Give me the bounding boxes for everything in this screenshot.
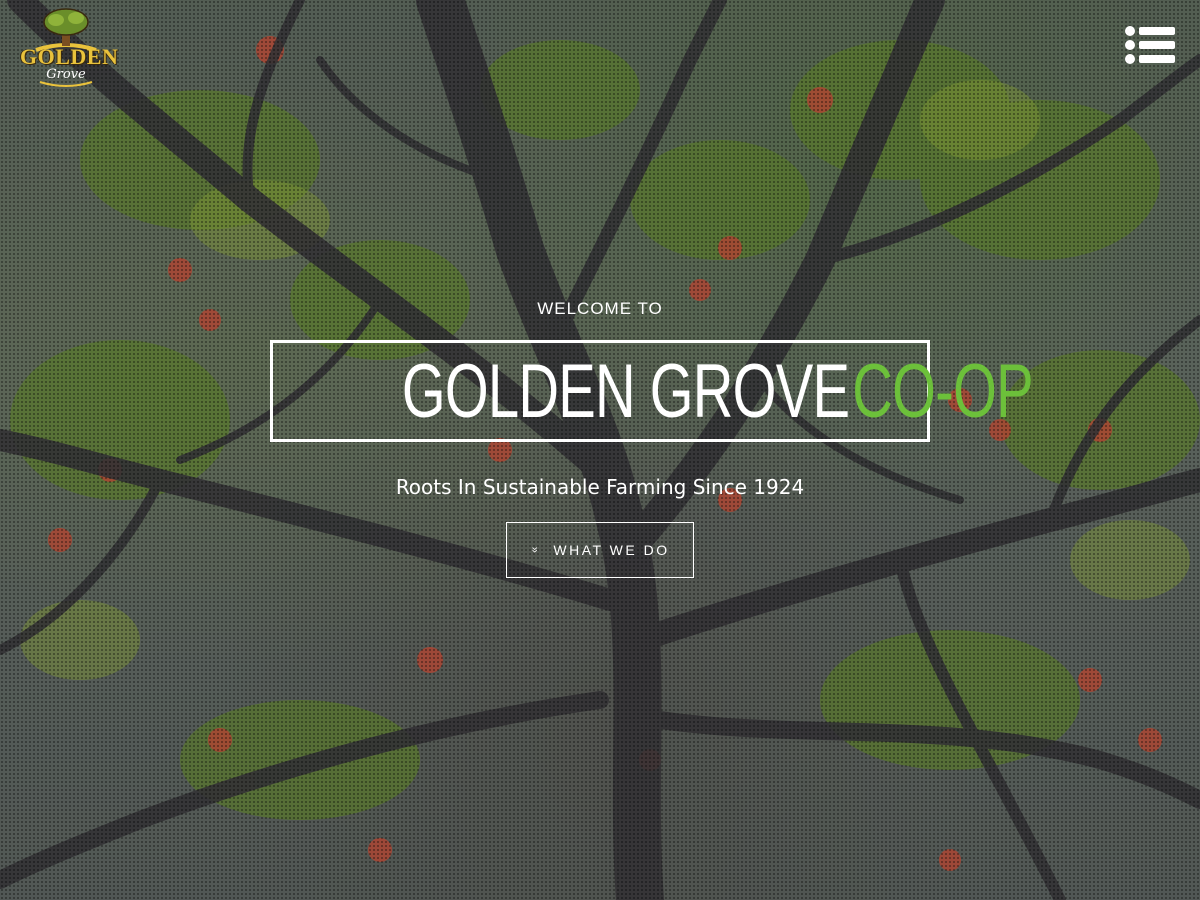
welcome-text: WELCOME TO — [537, 299, 663, 318]
what-we-do-button[interactable]: » WHAT WE DO — [506, 522, 694, 578]
tagline: Roots In Sustainable Farming Since 1924 — [395, 475, 805, 499]
hamburger-list-icon — [1125, 26, 1175, 64]
menu-toggle-button[interactable] — [1122, 24, 1178, 68]
logo-brand-word: GOLDEN — [20, 44, 119, 69]
hero-content: WELCOME TO GOLDEN GROVE CO-OP Roots In S… — [0, 296, 1200, 578]
site-title-main: GOLDEN GROVE — [401, 349, 850, 434]
logo-script-word: Grove — [46, 67, 86, 82]
site-title: GOLDEN GROVE CO-OP — [401, 349, 1034, 456]
what-we-do-label: WHAT WE DO — [553, 542, 670, 558]
site-title-accent: CO-OP — [852, 349, 1033, 434]
site-logo[interactable]: GOLDEN Grove — [20, 6, 119, 90]
double-chevron-down-icon: » — [528, 546, 541, 556]
hero-section: GOLDEN Grove WELCOME TO GOLDEN GROVE CO-… — [0, 0, 1200, 900]
title-frame: GOLDEN GROVE CO-OP — [270, 340, 1034, 442]
